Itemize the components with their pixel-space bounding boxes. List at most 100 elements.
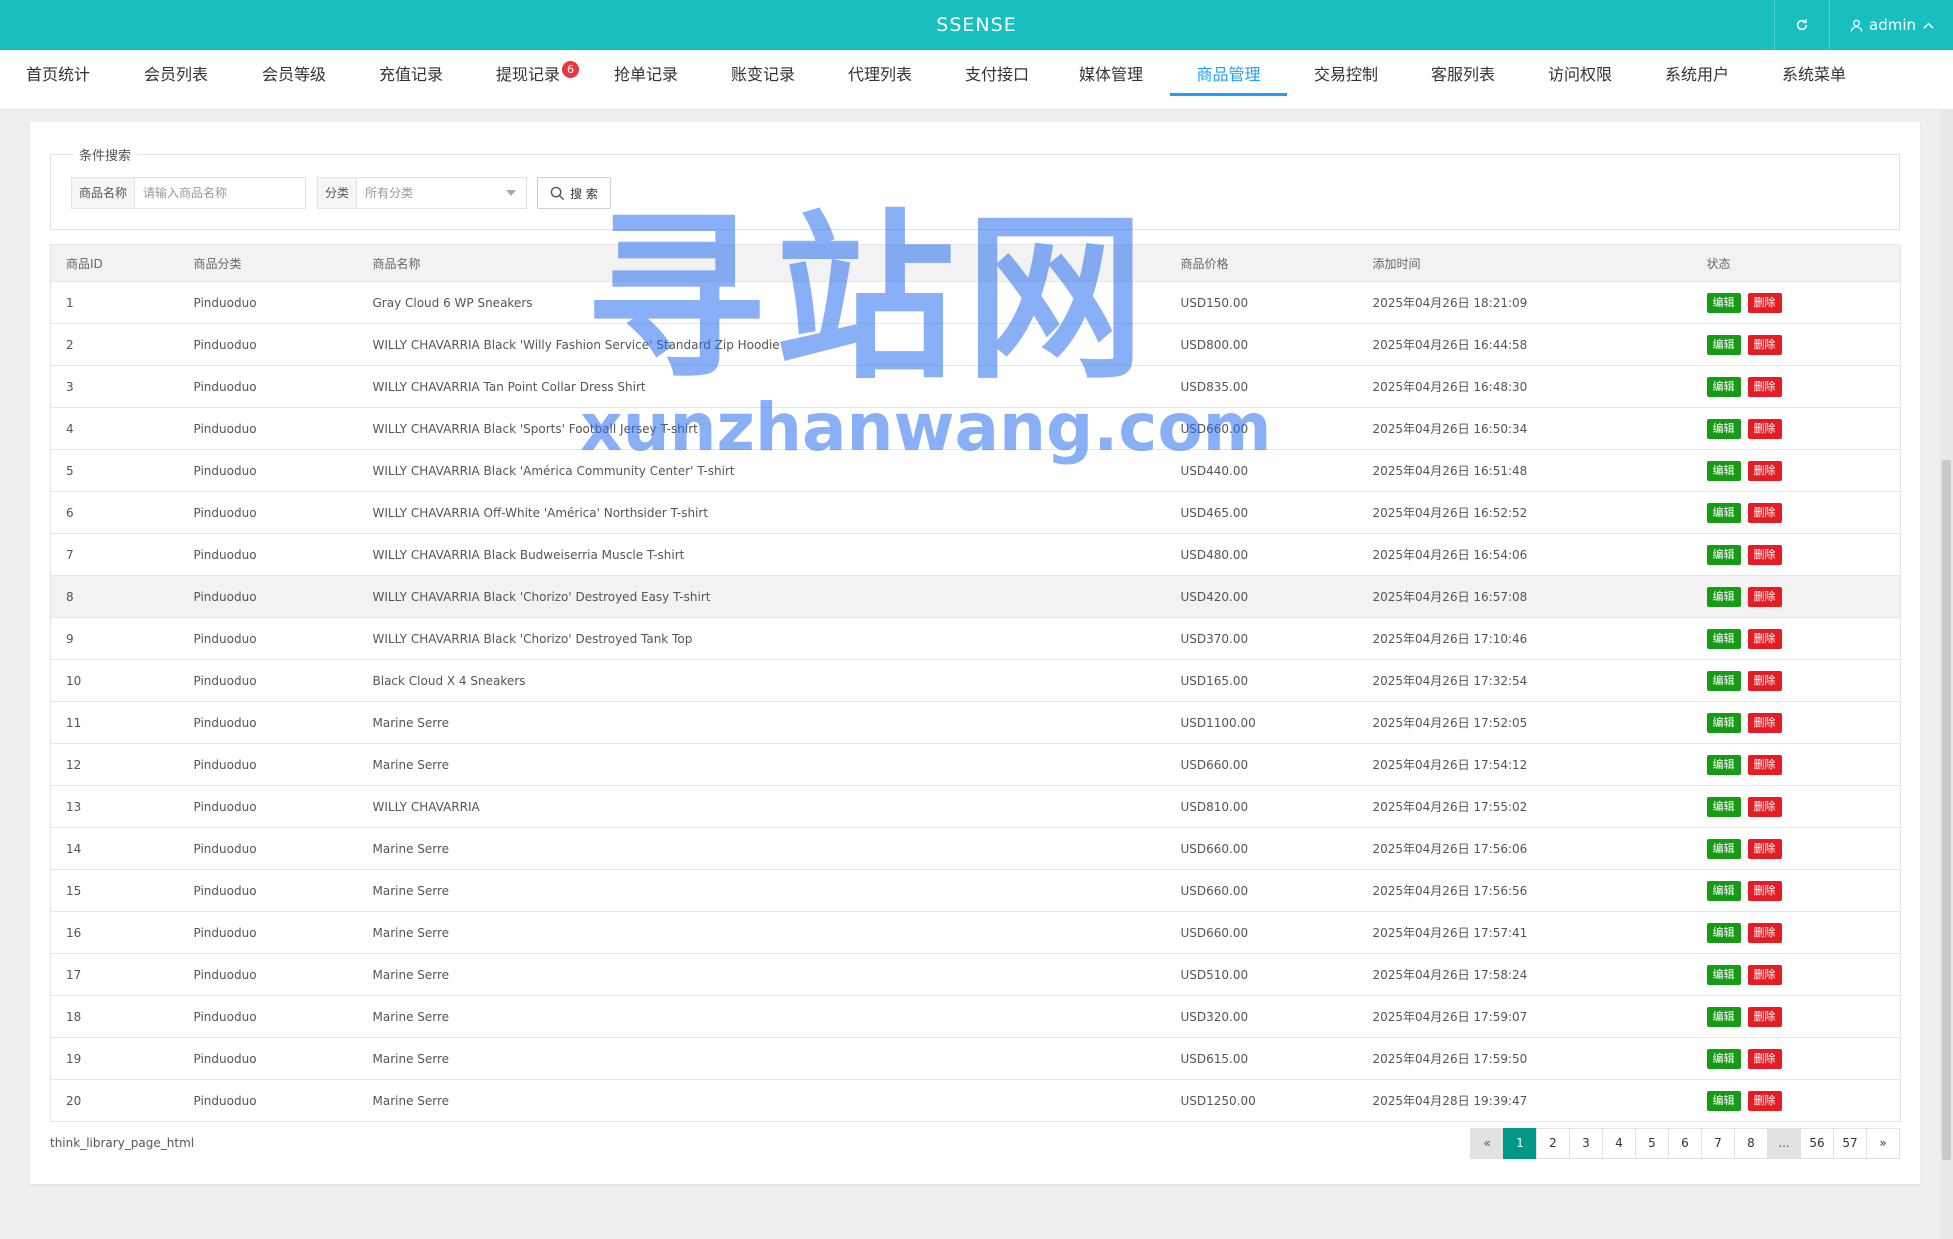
- delete-button[interactable]: 删除: [1747, 838, 1782, 859]
- delete-button[interactable]: 删除: [1747, 1090, 1782, 1111]
- search-button[interactable]: 搜 索: [537, 177, 611, 209]
- nav-item-label: 访问权限: [1548, 65, 1613, 84]
- delete-button[interactable]: 删除: [1747, 418, 1782, 439]
- delete-button[interactable]: 删除: [1747, 754, 1782, 775]
- page-button[interactable]: 57: [1833, 1128, 1867, 1159]
- delete-button[interactable]: 删除: [1747, 712, 1782, 733]
- cell-id: 1: [50, 281, 179, 324]
- cell-actions: 编辑 删除: [1691, 869, 1901, 912]
- delete-button[interactable]: 删除: [1747, 502, 1782, 523]
- nav-item-0[interactable]: 首页统计: [26, 50, 90, 110]
- edit-button[interactable]: 编辑: [1706, 460, 1741, 481]
- page-button[interactable]: 1: [1503, 1128, 1537, 1159]
- delete-button[interactable]: 删除: [1747, 376, 1782, 397]
- cell-name: Marine Serre: [357, 953, 1166, 996]
- edit-button[interactable]: 编辑: [1706, 628, 1741, 649]
- withdraw-count-badge: 6: [562, 61, 580, 78]
- edit-button[interactable]: 编辑: [1706, 754, 1741, 775]
- category-select[interactable]: 所有分类: [357, 178, 506, 208]
- refresh-button[interactable]: [1774, 0, 1829, 50]
- nav-item-13[interactable]: 访问权限: [1548, 50, 1612, 110]
- edit-button[interactable]: 编辑: [1706, 1090, 1741, 1111]
- edit-button[interactable]: 编辑: [1706, 880, 1741, 901]
- nav-item-3[interactable]: 充值记录: [379, 50, 443, 110]
- nav-item-2[interactable]: 会员等级: [262, 50, 326, 110]
- nav-item-11[interactable]: 交易控制: [1314, 50, 1378, 110]
- user-menu[interactable]: admin: [1829, 0, 1953, 50]
- cell-id: 3: [50, 365, 179, 408]
- cell-category: Pinduoduo: [178, 1079, 358, 1122]
- nav-item-8[interactable]: 支付接口: [965, 50, 1029, 110]
- cell-name: Black Cloud X 4 Sneakers: [357, 659, 1166, 702]
- delete-button[interactable]: 删除: [1747, 334, 1782, 355]
- cell-price: USD660.00: [1165, 407, 1358, 450]
- page-button[interactable]: 2: [1536, 1128, 1570, 1159]
- page-button[interactable]: «: [1470, 1128, 1504, 1159]
- page-button[interactable]: 56: [1800, 1128, 1834, 1159]
- delete-button[interactable]: 删除: [1747, 1006, 1782, 1027]
- cell-actions: 编辑 删除: [1691, 575, 1901, 618]
- cell-category: Pinduoduo: [178, 785, 358, 828]
- edit-button[interactable]: 编辑: [1706, 544, 1741, 565]
- page-button[interactable]: »: [1866, 1128, 1900, 1159]
- nav-item-14[interactable]: 系统用户: [1665, 50, 1729, 110]
- scrollbar-thumb[interactable]: [1942, 460, 1951, 1160]
- cell-category: Pinduoduo: [178, 323, 358, 366]
- edit-button[interactable]: 编辑: [1706, 712, 1741, 733]
- delete-button[interactable]: 删除: [1747, 796, 1782, 817]
- delete-button[interactable]: 删除: [1747, 1048, 1782, 1069]
- nav-item-10[interactable]: 商品管理: [1170, 50, 1287, 110]
- nav-item-15[interactable]: 系统菜单: [1782, 50, 1846, 110]
- product-name-input[interactable]: 请输入商品名称: [135, 178, 305, 208]
- page-button[interactable]: 4: [1602, 1128, 1636, 1159]
- nav-item-4[interactable]: 提现记录 6: [496, 50, 580, 110]
- delete-button[interactable]: 删除: [1747, 628, 1782, 649]
- edit-button[interactable]: 编辑: [1706, 796, 1741, 817]
- edit-button[interactable]: 编辑: [1706, 586, 1741, 607]
- page-button[interactable]: 3: [1569, 1128, 1603, 1159]
- cell-category: Pinduoduo: [178, 491, 358, 534]
- edit-button[interactable]: 编辑: [1706, 964, 1741, 985]
- delete-button[interactable]: 删除: [1747, 460, 1782, 481]
- edit-button[interactable]: 编辑: [1706, 1048, 1741, 1069]
- edit-button[interactable]: 编辑: [1706, 502, 1741, 523]
- edit-button[interactable]: 编辑: [1706, 670, 1741, 691]
- page-scrollbar[interactable]: [1940, 110, 1953, 1239]
- edit-button[interactable]: 编辑: [1706, 292, 1741, 313]
- nav-item-label: 系统菜单: [1782, 65, 1847, 84]
- delete-button[interactable]: 删除: [1747, 964, 1782, 985]
- delete-button[interactable]: 删除: [1747, 922, 1782, 943]
- delete-button[interactable]: 删除: [1747, 880, 1782, 901]
- page-button[interactable]: 6: [1668, 1128, 1702, 1159]
- page-button[interactable]: 5: [1635, 1128, 1669, 1159]
- nav-item-6[interactable]: 账变记录: [731, 50, 795, 110]
- nav-item-1[interactable]: 会员列表: [144, 50, 208, 110]
- page-button[interactable]: 8: [1734, 1128, 1768, 1159]
- delete-button[interactable]: 删除: [1747, 586, 1782, 607]
- cell-name: Marine Serre: [357, 701, 1166, 744]
- nav-item-12[interactable]: 客服列表: [1431, 50, 1495, 110]
- product-name-label: 商品名称: [72, 178, 136, 208]
- nav-item-5[interactable]: 抢单记录: [614, 50, 678, 110]
- page-button[interactable]: 7: [1701, 1128, 1735, 1159]
- edit-button[interactable]: 编辑: [1706, 334, 1741, 355]
- cell-name: Marine Serre: [357, 869, 1166, 912]
- delete-button[interactable]: 删除: [1747, 544, 1782, 565]
- edit-button[interactable]: 编辑: [1706, 838, 1741, 859]
- edit-button[interactable]: 编辑: [1706, 376, 1741, 397]
- cell-price: USD420.00: [1165, 575, 1358, 618]
- cell-id: 7: [50, 533, 179, 576]
- brand-title: SSENSE: [936, 14, 1017, 36]
- edit-button[interactable]: 编辑: [1706, 418, 1741, 439]
- delete-button[interactable]: 删除: [1747, 670, 1782, 691]
- table-row: 4 Pinduoduo WILLY CHAVARRIA Black 'Sports'…: [50, 407, 1901, 450]
- edit-button[interactable]: 编辑: [1706, 1006, 1741, 1027]
- delete-button[interactable]: 删除: [1747, 292, 1782, 313]
- nav-item-9[interactable]: 媒体管理: [1079, 50, 1143, 110]
- nav-item-7[interactable]: 代理列表: [848, 50, 912, 110]
- table-row: 19 Pinduoduo Marine Serre USD615.00 2025年04月…: [50, 1037, 1901, 1080]
- edit-button[interactable]: 编辑: [1706, 922, 1741, 943]
- cell-name: Marine Serre: [357, 911, 1166, 954]
- nav-item-label: 商品管理: [1196, 65, 1261, 84]
- page-button[interactable]: ...: [1767, 1128, 1801, 1159]
